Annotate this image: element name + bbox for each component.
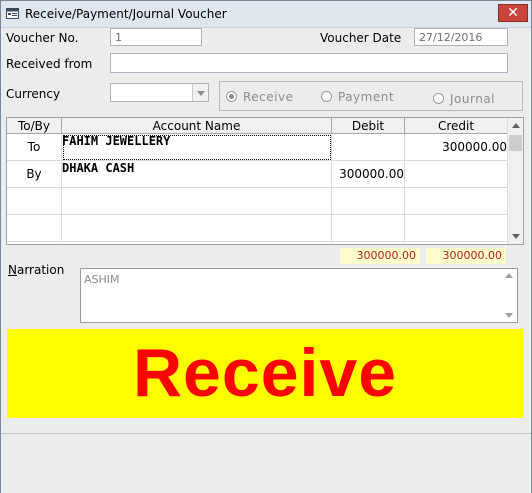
debit-cell[interactable] — [331, 214, 405, 242]
received-from-field[interactable] — [110, 53, 508, 73]
debit-cell[interactable]: 300000.00 — [331, 160, 405, 188]
credit-cell[interactable]: 300000.00 — [404, 133, 508, 161]
narration-label: Narration — [8, 263, 64, 277]
table-row[interactable]: By DHAKA CASH 300000.00 — [7, 160, 508, 188]
radio-receive[interactable]: Receive — [226, 90, 293, 104]
voucher-date-label: Voucher Date — [320, 31, 402, 45]
status-bar — [1, 433, 531, 493]
received-from-label: Received from — [6, 57, 93, 71]
table-row[interactable] — [7, 214, 508, 242]
chevron-down-icon[interactable] — [192, 84, 208, 101]
scroll-thumb[interactable] — [509, 135, 522, 151]
column-header-credit[interactable]: Credit — [404, 118, 508, 134]
close-icon: ✕ — [507, 5, 519, 21]
table-row[interactable]: To FAHIM JEWELLERY 300000.00 — [7, 133, 508, 161]
window-title: Receive/Payment/Journal Voucher — [25, 7, 227, 21]
toby-cell[interactable] — [7, 214, 62, 242]
column-header-debit[interactable]: Debit — [331, 118, 405, 134]
app-icon — [6, 8, 19, 19]
currency-select[interactable] — [110, 83, 209, 102]
radio-journal-label: Journal — [450, 92, 496, 106]
voucher-type-group: Receive Payment Journal — [219, 81, 523, 111]
narration-text: ASHIM — [84, 273, 120, 286]
narration-hotkey: N — [8, 263, 17, 277]
scroll-down-icon[interactable] — [508, 228, 523, 244]
debit-cell[interactable] — [331, 133, 405, 161]
debit-total: 300000.00 — [340, 248, 420, 264]
radio-unselected-icon — [433, 93, 444, 104]
narration-label-rest: arration — [16, 263, 65, 277]
account-name-cell[interactable] — [61, 214, 332, 242]
radio-payment-label: Payment — [338, 90, 395, 104]
voucher-no-field[interactable]: 1 — [110, 28, 202, 46]
credit-cell[interactable] — [404, 187, 508, 215]
account-name-cell[interactable]: FAHIM JEWELLERY — [61, 133, 332, 161]
voucher-window: Receive/Payment/Journal Voucher ✕ Vouche… — [0, 0, 532, 493]
credit-cell[interactable] — [404, 214, 508, 242]
credit-cell[interactable] — [404, 160, 508, 188]
radio-journal[interactable]: Journal — [433, 92, 495, 106]
account-name-cell[interactable]: DHAKA CASH — [61, 160, 332, 188]
voucher-entries-grid[interactable]: To/By Account Name Debit Credit To FAHIM… — [6, 117, 524, 245]
voucher-type-banner: Receive — [7, 329, 523, 418]
toby-cell[interactable]: By — [7, 160, 62, 188]
radio-receive-label: Receive — [243, 90, 294, 104]
credit-total: 300000.00 — [426, 248, 506, 264]
voucher-date-field[interactable]: 27/12/2016 — [414, 28, 508, 46]
title-bar[interactable]: Receive/Payment/Journal Voucher ✕ — [1, 1, 531, 28]
close-button[interactable]: ✕ — [498, 4, 528, 22]
toby-cell[interactable]: To — [7, 133, 62, 161]
column-header-account-name[interactable]: Account Name — [61, 118, 332, 134]
radio-selected-icon — [226, 91, 237, 102]
narration-textarea[interactable]: ASHIM — [80, 268, 518, 323]
column-header-toby[interactable]: To/By — [7, 118, 62, 134]
grid-header-row: To/By Account Name Debit Credit — [7, 118, 508, 134]
table-row[interactable] — [7, 187, 508, 215]
narration-scrollbar[interactable] — [501, 269, 517, 322]
account-name-cell[interactable] — [61, 187, 332, 215]
voucher-no-label: Voucher No. — [6, 31, 79, 45]
grid-scrollbar[interactable] — [507, 118, 523, 244]
radio-unselected-icon — [321, 91, 332, 102]
debit-cell[interactable] — [331, 187, 405, 215]
currency-label: Currency — [6, 87, 61, 101]
toby-cell[interactable] — [7, 187, 62, 215]
radio-payment[interactable]: Payment — [321, 90, 394, 104]
scroll-up-icon[interactable] — [508, 118, 523, 134]
banner-text: Receive — [132, 335, 398, 411]
